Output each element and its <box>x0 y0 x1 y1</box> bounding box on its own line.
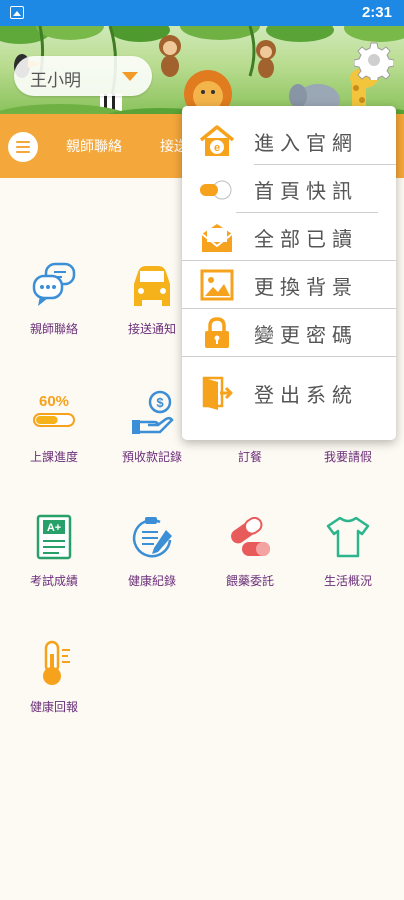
settings-dropdown-menu: e 進入官網 首頁快訊 全部已讀 更換背景 變更密碼 登出系統 <box>182 106 396 440</box>
menu-item-label: 更換背景 <box>254 275 358 299</box>
picture-icon <box>200 269 234 301</box>
tab-parent-teacher[interactable]: 親師聯絡 <box>66 136 122 156</box>
report-card-icon: A+ <box>36 514 72 560</box>
chat-bubbles-icon <box>32 262 76 306</box>
grid-label: 健康回報 <box>29 700 78 714</box>
tshirt-icon <box>326 516 370 558</box>
menu-item-logout[interactable]: 登出系統 <box>182 368 396 416</box>
user-selector[interactable]: 王小明 <box>14 56 152 96</box>
menu-item-label: 首頁快訊 <box>254 179 358 203</box>
logout-door-icon <box>202 376 233 410</box>
gear-icon[interactable] <box>353 40 395 84</box>
svg-text:$: $ <box>156 395 164 410</box>
progress-fill <box>36 416 58 424</box>
menu-item-label: 登出系統 <box>254 383 358 407</box>
svg-text:e: e <box>214 142 220 154</box>
grid-label: 生活概況 <box>323 574 372 588</box>
progress-bar-icon: 60% <box>33 393 75 427</box>
menu-item-label: 全部已讀 <box>254 227 358 251</box>
menu-item-home-news[interactable]: 首頁快訊 <box>182 164 396 212</box>
pill-capsule-icon <box>231 516 270 556</box>
toggle-icon[interactable] <box>198 172 236 206</box>
status-time: 2:31 <box>361 4 392 21</box>
grid-label: 我要請假 <box>323 450 372 464</box>
grid-label: 考試成績 <box>29 574 78 588</box>
status-bar: 2:31 <box>0 0 404 26</box>
car-icon <box>134 266 170 306</box>
envelope-icon <box>201 224 233 252</box>
menu-item-label: 變更密碼 <box>254 323 358 347</box>
lock-icon <box>205 317 229 348</box>
grid-label: 健康紀錄 <box>127 574 176 588</box>
home-e-icon: e <box>199 125 235 156</box>
image-icon <box>10 6 24 19</box>
grid-label: 訂餐 <box>237 450 262 464</box>
grid-label: 上課進度 <box>29 450 78 464</box>
thermometer-icon <box>43 640 70 685</box>
menu-item-official-site[interactable]: e 進入官網 <box>182 116 396 164</box>
hamburger-icon[interactable] <box>8 132 38 162</box>
svg-text:A+: A+ <box>47 522 61 534</box>
money-hand-icon: $ <box>132 390 174 434</box>
menu-item-label: 進入官網 <box>254 131 358 155</box>
clipboard-pen-icon <box>132 517 172 558</box>
menu-item-change-password[interactable]: 變更密碼 <box>182 308 396 356</box>
grid-label: 餵藥委託 <box>225 574 274 588</box>
grid-label: 預收款記錄 <box>121 450 182 464</box>
chevron-down-icon <box>122 72 138 81</box>
progress-text: 60% <box>39 393 69 410</box>
grid-label: 親師聯絡 <box>29 322 78 336</box>
menu-item-mark-all-read[interactable]: 全部已讀 <box>182 212 396 260</box>
user-name: 王小明 <box>30 71 81 91</box>
menu-item-change-background[interactable]: 更換背景 <box>182 260 396 308</box>
